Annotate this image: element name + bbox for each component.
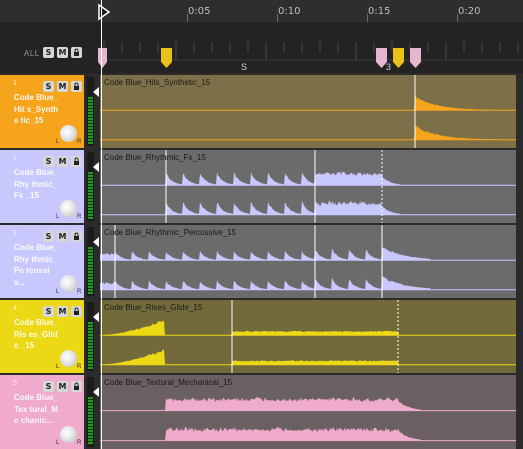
section-marker-pink[interactable]: [410, 48, 421, 70]
lock-icon: [74, 48, 79, 56]
waveform-channel: [100, 171, 516, 186]
track-solo-button[interactable]: S: [43, 156, 54, 167]
track-header[interactable]: 3 Code Blue_Rhy thmic_Pe rcussiv... S M …: [0, 225, 84, 298]
track-number: 2: [13, 155, 17, 162]
track-lane[interactable]: Code Blue_Textural_Mechanical_15: [100, 375, 516, 449]
track-3[interactable]: 3 Code Blue_Rhy thmic_Pe rcussiv... S M …: [0, 225, 523, 298]
pan-left-label: L: [56, 364, 60, 370]
pan-right-label: R: [77, 139, 82, 145]
track-lane[interactable]: Code Blue_Rises_Glide_15: [100, 300, 516, 373]
clip-title: Code Blue_Hits_Synthetic_15: [104, 78, 211, 87]
volume-pointer-icon[interactable]: [93, 87, 99, 97]
pan-right-label: R: [77, 364, 82, 370]
track-header[interactable]: 4 Code Blue_Ris es_Glide_ 15 S M L R: [0, 300, 84, 373]
ruler-label-5s: 0:05: [188, 6, 211, 17]
lock-icon: [74, 382, 79, 390]
volume-pointer-icon[interactable]: [93, 312, 99, 322]
section-marker-yellow[interactable]: [393, 48, 404, 70]
volume-pointer-icon[interactable]: [93, 237, 99, 247]
lock-icon: [74, 307, 79, 315]
waveform-channel: [100, 125, 516, 140]
track-header[interactable]: 2 Code Blue_Rhy thmic_Fx _15 S M L R: [0, 150, 84, 223]
track-lane[interactable]: Code Blue_Hits_Synthetic_15: [100, 75, 516, 148]
playhead-icon[interactable]: [97, 3, 111, 21]
pan-right-label: R: [77, 289, 82, 295]
track-lane[interactable]: Code Blue_Rhythmic_Fx_15: [100, 150, 516, 223]
waveform-channel: [100, 320, 516, 336]
track-2[interactable]: 2 Code Blue_Rhy thmic_Fx _15 S M L R Cod…: [0, 150, 523, 223]
track-lock-button[interactable]: [71, 381, 82, 392]
clip-title: Code Blue_Rhythmic_Fx_15: [104, 153, 206, 162]
lock-icon: [74, 82, 79, 90]
track-number: 4: [13, 305, 17, 312]
clip-title: Code Blue_Rises_Glide_15: [104, 303, 203, 312]
lock-icon: [74, 232, 79, 240]
track-mute-button[interactable]: M: [57, 81, 68, 92]
pan-knob[interactable]: [60, 350, 77, 367]
volume-pointer-icon[interactable]: [93, 387, 99, 397]
track-name: Code Blue_Rhy thmic_Fx _15: [14, 168, 59, 200]
ruler-label-10s: 0:10: [278, 6, 301, 17]
pan-left-label: L: [56, 214, 60, 220]
section-marker-pink[interactable]: [98, 48, 109, 70]
pan-left-label: L: [56, 139, 60, 145]
pan-knob[interactable]: [60, 125, 77, 142]
track-solo-button[interactable]: S: [43, 306, 54, 317]
track-5[interactable]: 5 Code Blue_Tex tural_Me chanic... S M L…: [0, 375, 523, 449]
track-solo-button[interactable]: S: [43, 381, 54, 392]
track-number: 1: [13, 80, 17, 87]
waveform-channel: [100, 95, 516, 111]
pan-left-label: L: [56, 440, 60, 446]
pan-knob[interactable]: [60, 275, 77, 292]
track-mute-button[interactable]: M: [57, 381, 68, 392]
track-lock-button[interactable]: [71, 81, 82, 92]
track-lock-button[interactable]: [71, 231, 82, 242]
track-name: Code Blue_Rhy thmic_Pe rcussiv...: [14, 243, 59, 287]
pan-right-label: R: [77, 440, 82, 446]
track-solo-button[interactable]: S: [43, 231, 54, 242]
waveform-channel: [100, 426, 516, 441]
track-solo-button[interactable]: S: [43, 81, 54, 92]
track-name: Code Blue_Tex tural_Me chanic...: [14, 393, 59, 425]
track-4[interactable]: 4 Code Blue_Ris es_Glide_ 15 S M L R Cod…: [0, 300, 523, 373]
volume-pointer-icon[interactable]: [93, 162, 99, 172]
track-mute-button[interactable]: M: [57, 231, 68, 242]
section-label: 3: [386, 62, 392, 72]
clip-title: Code Blue_Rhythmic_Percussive_15: [104, 228, 237, 237]
ruler-label-15s: 0:15: [368, 6, 391, 17]
track-name: Code Blue_Hit s_Synthe tic_15: [14, 93, 59, 125]
track-mute-button[interactable]: M: [57, 306, 68, 317]
ruler-label-20s: 0:20: [458, 6, 481, 17]
section-label: S: [241, 62, 248, 72]
playhead-line: [101, 0, 102, 449]
pan-knob[interactable]: [60, 200, 77, 217]
waveform-channel: [100, 245, 516, 261]
track-number: 3: [13, 230, 17, 237]
track-header[interactable]: 5 Code Blue_Tex tural_Me chanic... S M L…: [0, 375, 84, 449]
pan-left-label: L: [56, 289, 60, 295]
waveform-channel: [100, 396, 516, 411]
lock-all-button[interactable]: [71, 47, 82, 58]
solo-all-button[interactable]: S: [43, 47, 54, 58]
mute-all-button[interactable]: M: [57, 47, 68, 58]
track-lane[interactable]: Code Blue_Rhythmic_Percussive_15: [100, 225, 516, 298]
timeline-ruler[interactable]: 0:05 0:10 0:15 0:20: [0, 0, 523, 22]
track-lock-button[interactable]: [71, 306, 82, 317]
waveform-channel: [100, 349, 516, 365]
track-header[interactable]: 1 Code Blue_Hit s_Synthe tic_15 S M L R: [0, 75, 84, 148]
waveform-channel: [100, 200, 516, 215]
all-tracks-label: ALL: [24, 49, 40, 58]
pan-right-label: R: [77, 214, 82, 220]
track-name: Code Blue_Ris es_Glide_ 15: [14, 318, 59, 350]
track-mute-button[interactable]: M: [57, 156, 68, 167]
section-marker-yellow[interactable]: [161, 48, 172, 70]
track-1[interactable]: 1 Code Blue_Hit s_Synthe tic_15 S M L R …: [0, 75, 523, 148]
track-lock-button[interactable]: [71, 156, 82, 167]
pan-knob[interactable]: [60, 426, 77, 443]
waveform-channel: [100, 276, 516, 290]
track-number: 5: [13, 380, 17, 387]
lock-icon: [74, 157, 79, 165]
clip-title: Code Blue_Textural_Mechanical_15: [104, 378, 233, 387]
